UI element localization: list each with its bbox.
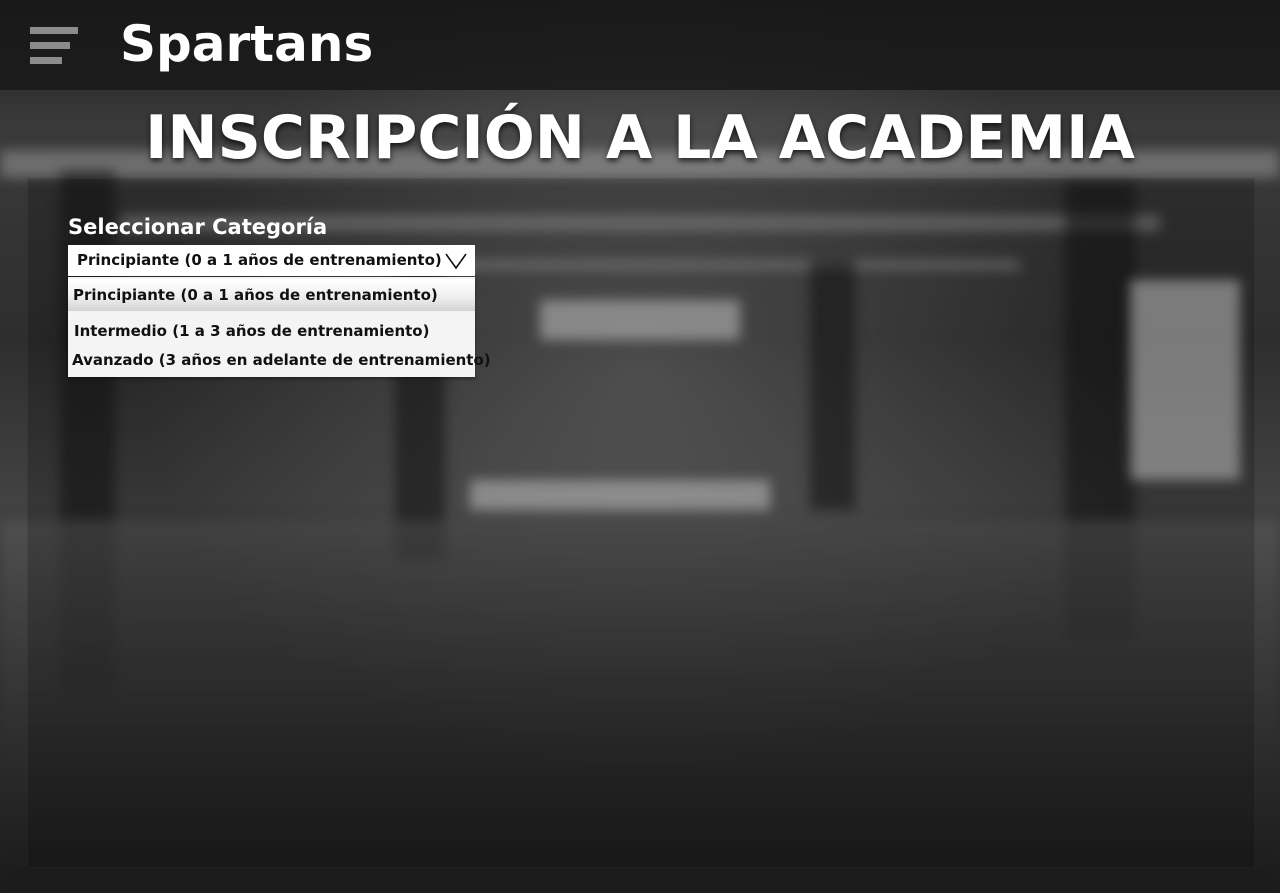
category-select-value: Principiante (0 a 1 años de entrenamient… [77, 251, 442, 269]
top-bar: Spartans [0, 0, 1280, 90]
chevron-down-icon [445, 253, 467, 270]
category-dropdown-list: Principiante (0 a 1 años de entrenamient… [68, 277, 491, 377]
brand-title[interactable]: Spartans [120, 14, 373, 74]
dropdown-option-intermedio[interactable]: Intermedio (1 a 3 años de entrenamiento) [68, 317, 475, 345]
dropdown-option-avanzado[interactable]: Avanzado (3 años en adelante de entrenam… [68, 346, 491, 374]
category-label: Seleccionar Categoría [68, 215, 328, 239]
hamburger-menu-icon[interactable] [30, 27, 78, 65]
page-title: INSCRIPCIÓN A LA ACADEMIA [145, 103, 1135, 173]
dropdown-option-principiante[interactable]: Principiante (0 a 1 años de entrenamient… [68, 279, 475, 311]
category-select[interactable]: Principiante (0 a 1 años de entrenamient… [68, 245, 475, 276]
